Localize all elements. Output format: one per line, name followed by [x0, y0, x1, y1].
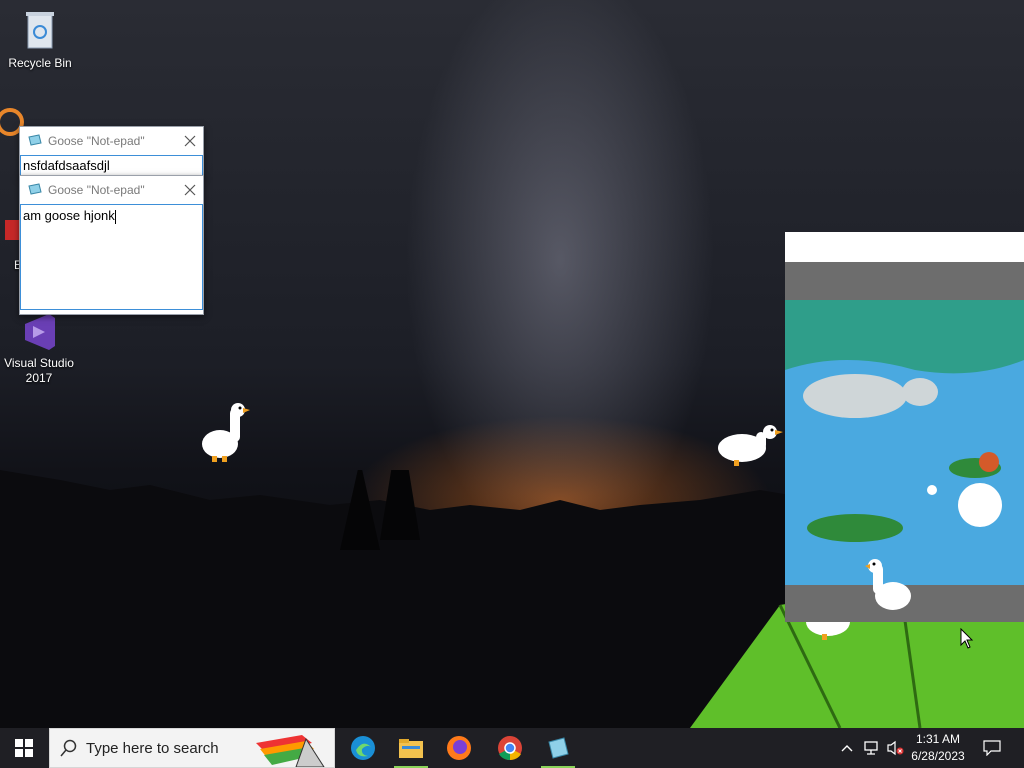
- text-area[interactable]: am goose hjonk: [20, 204, 203, 310]
- notepad-window-2[interactable]: Goose "Not-epad" am goose hjonk: [19, 175, 204, 315]
- volume-button[interactable]: [884, 728, 906, 768]
- taskbar-app-firefox[interactable]: [438, 728, 480, 768]
- goose-sprite[interactable]: [714, 420, 784, 474]
- firefox-icon: [447, 736, 471, 760]
- notepad-window-1[interactable]: Goose "Not-epad" nsfdafdsaafsdjl: [19, 126, 204, 178]
- search-placeholder: Type here to search: [86, 739, 219, 757]
- network-icon: [864, 741, 878, 755]
- taskbar-app-chrome[interactable]: [489, 728, 531, 768]
- search-icon: [60, 739, 77, 757]
- goose-sprite[interactable]: [198, 400, 254, 470]
- window-title: Goose "Not-epad": [48, 183, 145, 197]
- notepad-icon: [28, 182, 42, 198]
- chevron-up-icon: [841, 745, 853, 752]
- action-center-button[interactable]: [978, 728, 1006, 768]
- notepad-icon: [548, 737, 569, 759]
- clock-time: 1:31 AM: [915, 732, 961, 746]
- recycle-bin-icon: [22, 8, 58, 52]
- chrome-icon: [498, 736, 522, 761]
- visual-studio-icon: [19, 312, 59, 352]
- close-icon[interactable]: [183, 183, 197, 197]
- taskbar-app-notepad[interactable]: [537, 728, 579, 768]
- taskbar: Type here to search 1:31 AM 6/28/2023: [0, 728, 1024, 768]
- taskbar-clock[interactable]: 1:31 AM 6/28/2023: [906, 731, 970, 765]
- desktop-icon-label: Visual Studio 2017: [4, 356, 74, 385]
- title-bar[interactable]: Goose "Not-epad": [20, 127, 203, 155]
- show-hidden-icons-button[interactable]: [838, 728, 856, 768]
- start-button[interactable]: [0, 728, 48, 768]
- close-icon[interactable]: [183, 134, 197, 148]
- clock-date: 6/28/2023: [911, 749, 965, 763]
- goose-sprite[interactable]: [865, 558, 917, 618]
- network-button[interactable]: [860, 728, 882, 768]
- text-caret: [114, 209, 116, 224]
- search-highlight-icon: [256, 735, 325, 767]
- taskbar-app-edge[interactable]: [342, 728, 384, 768]
- desktop-icon-visual-studio[interactable]: Visual Studio 2017: [1, 312, 77, 386]
- taskbar-app-file-explorer[interactable]: [390, 728, 432, 768]
- notepad-icon: [28, 133, 42, 149]
- file-explorer-icon: [399, 739, 423, 758]
- notification-icon: [983, 740, 1001, 756]
- game-title-bar[interactable]: [785, 232, 1024, 262]
- text-content: am goose hjonk: [23, 208, 115, 223]
- mouse-cursor-icon: [960, 628, 974, 649]
- window-title: Goose "Not-epad": [48, 134, 145, 148]
- game-window[interactable]: [785, 232, 1024, 622]
- volume-muted-icon: [887, 740, 904, 756]
- title-bar[interactable]: Goose "Not-epad": [20, 176, 203, 204]
- windows-logo-icon: [15, 739, 33, 757]
- game-scene: [785, 300, 1024, 585]
- desktop-background: Recycle Bin E Em D Visual Studio 2017 Go…: [0, 0, 1024, 728]
- edge-icon: [351, 736, 375, 760]
- desktop-icon-recycle-bin[interactable]: Recycle Bin: [2, 8, 78, 71]
- desktop-icon-label: Recycle Bin: [8, 56, 72, 70]
- search-box[interactable]: Type here to search: [49, 728, 335, 768]
- text-area[interactable]: nsfdafdsaafsdjl: [20, 155, 203, 177]
